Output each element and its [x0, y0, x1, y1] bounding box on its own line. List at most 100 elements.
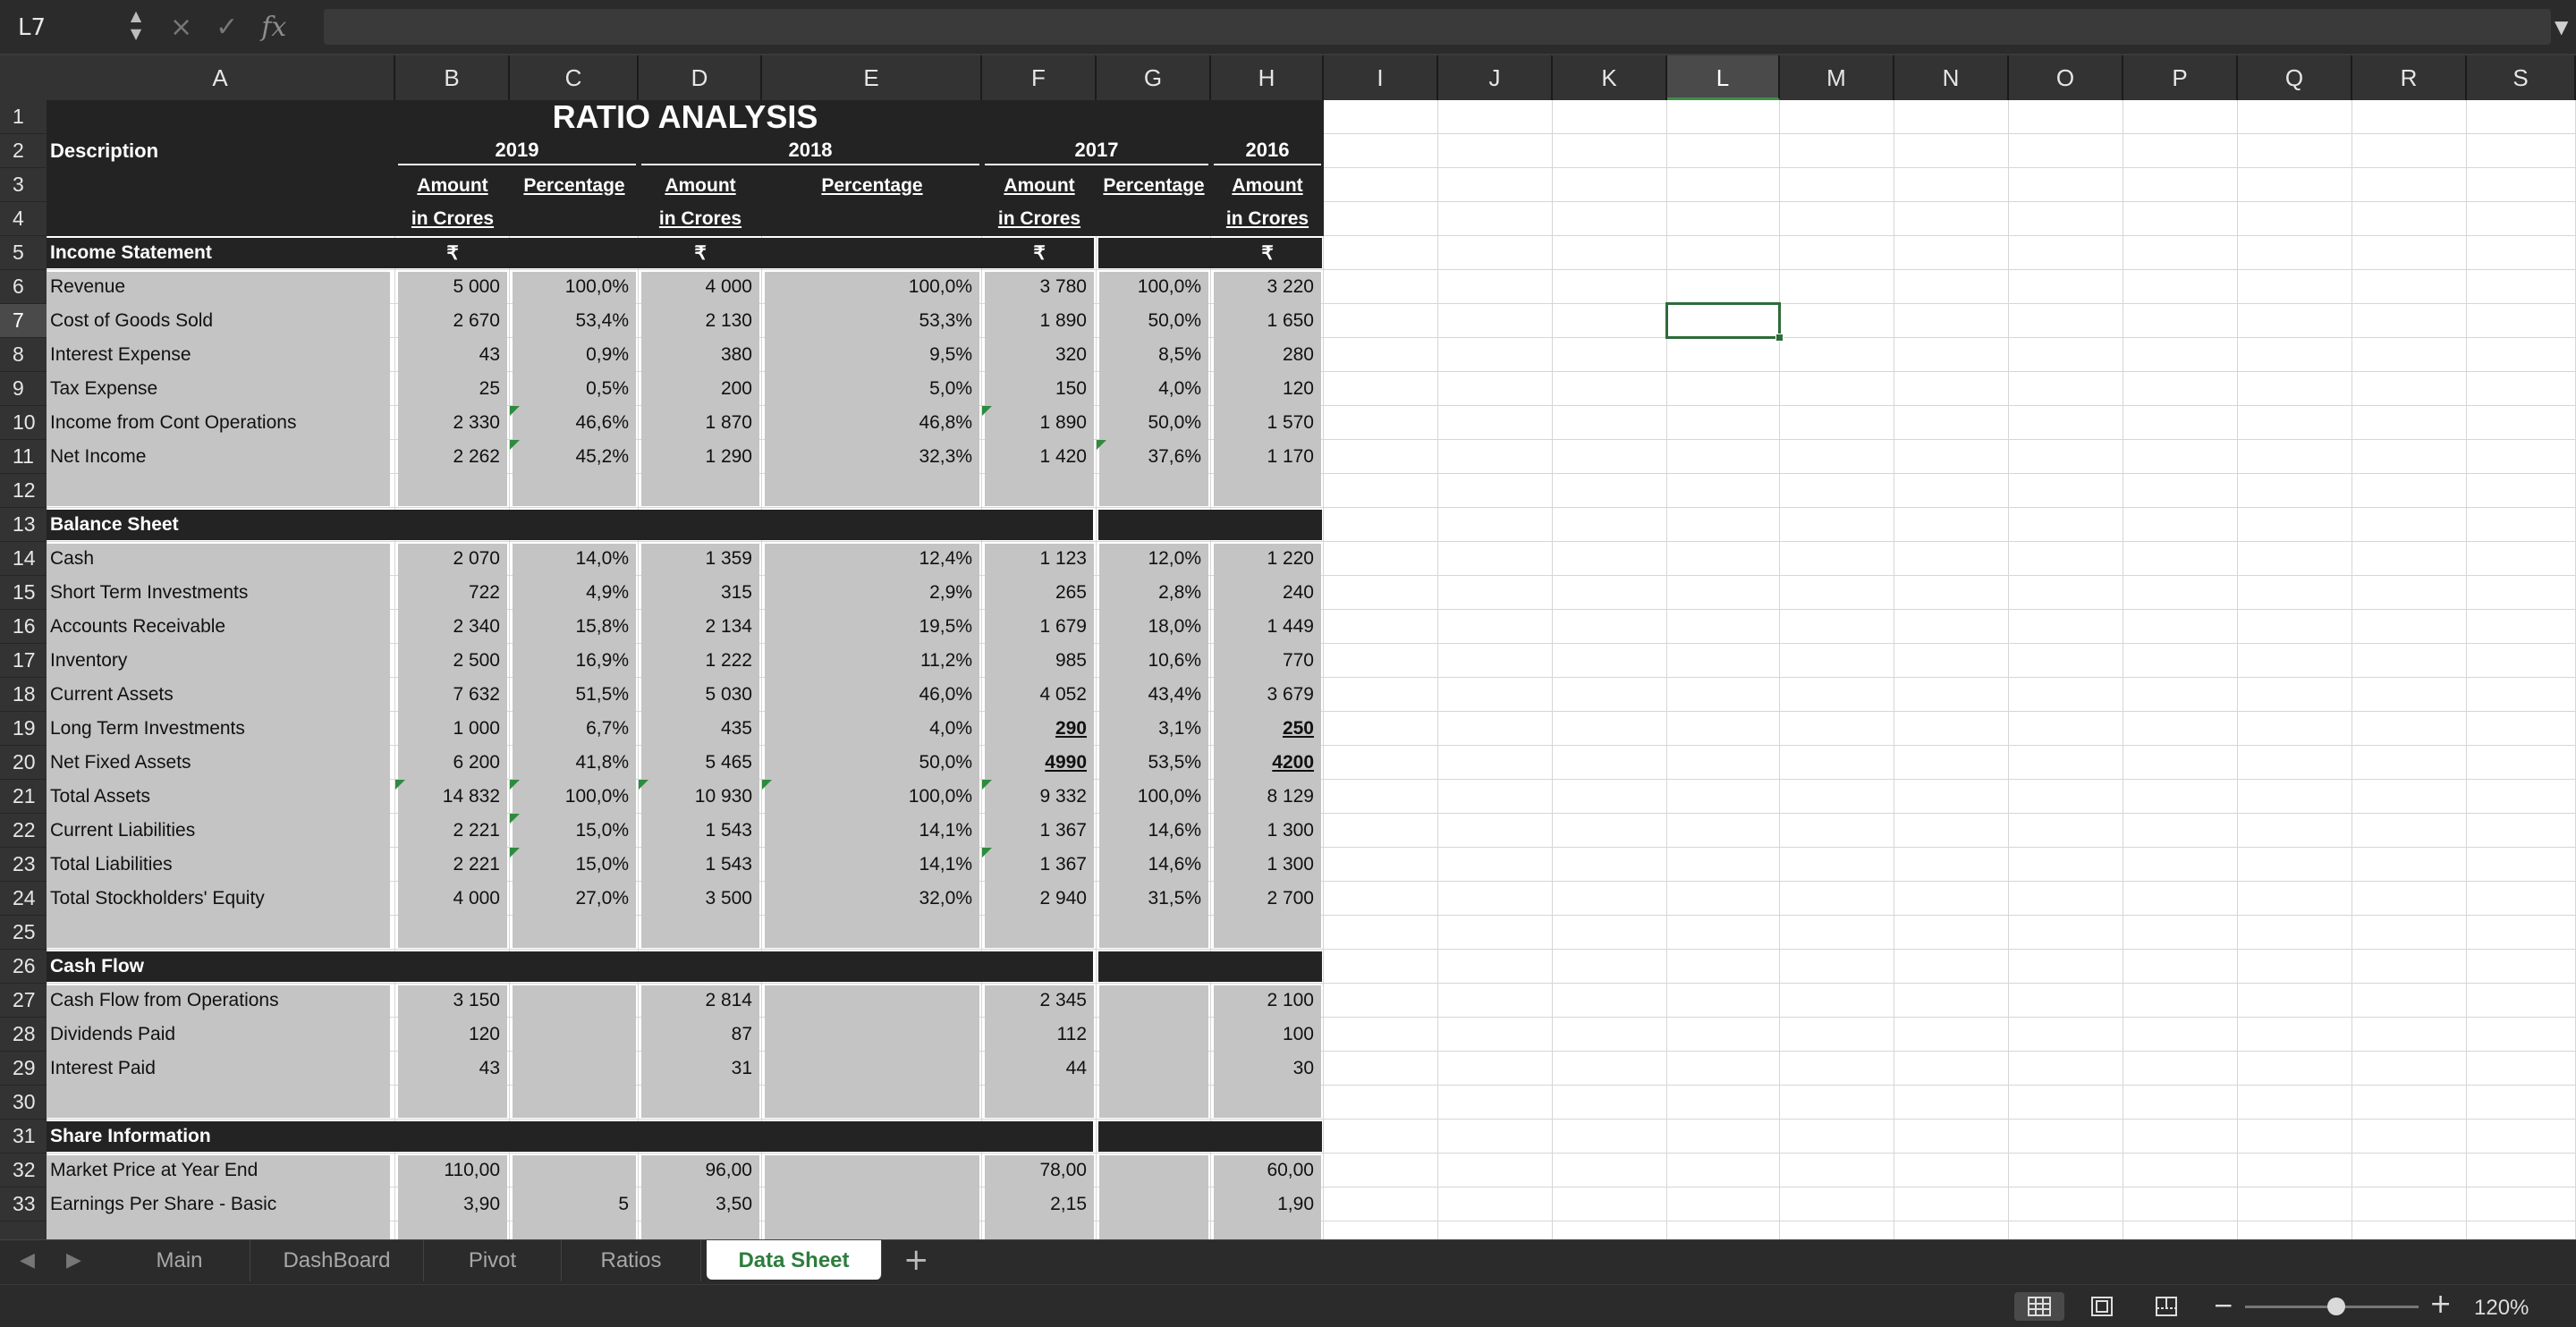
normal-view-icon[interactable]: [2014, 1292, 2064, 1321]
row-header-9[interactable]: 9: [0, 372, 47, 406]
value-cell[interactable]: [398, 1086, 507, 1120]
row-header-6[interactable]: 6: [0, 270, 47, 304]
value-cell[interactable]: [1099, 1052, 1208, 1086]
value-cell[interactable]: 50,0%: [1099, 304, 1208, 338]
value-cell[interactable]: 290: [985, 712, 1094, 746]
value-cell[interactable]: 43: [398, 1052, 507, 1086]
value-cell[interactable]: [1099, 1018, 1208, 1052]
value-cell[interactable]: 985: [985, 644, 1094, 678]
column-header-l[interactable]: L: [1667, 55, 1780, 100]
row-header-23[interactable]: 23: [0, 848, 47, 882]
value-cell[interactable]: [1214, 1086, 1321, 1120]
value-cell[interactable]: 4990: [985, 746, 1094, 780]
value-cell[interactable]: 87: [641, 1018, 759, 1052]
value-cell[interactable]: 53,5%: [1099, 746, 1208, 780]
value-cell[interactable]: 1 543: [641, 848, 759, 882]
row-header-28[interactable]: 28: [0, 1018, 47, 1052]
page-layout-icon[interactable]: [2077, 1292, 2127, 1321]
value-cell[interactable]: [985, 474, 1094, 508]
value-cell[interactable]: [1099, 984, 1208, 1018]
error-indicator-icon[interactable]: [639, 780, 648, 790]
value-cell[interactable]: 7 632: [398, 678, 507, 712]
value-cell[interactable]: 1 170: [1214, 440, 1321, 474]
value-cell[interactable]: [765, 1086, 979, 1120]
value-cell[interactable]: 2 221: [398, 848, 507, 882]
value-cell[interactable]: 2 100: [1214, 984, 1321, 1018]
name-box-stepper-icon[interactable]: ▲ ▼: [125, 7, 147, 43]
error-indicator-icon[interactable]: [510, 780, 520, 790]
zoom-slider-thumb[interactable]: [2327, 1297, 2345, 1315]
selected-cell[interactable]: [1665, 302, 1781, 339]
value-cell[interactable]: [1099, 1086, 1208, 1120]
value-cell[interactable]: 27,0%: [513, 882, 636, 916]
sheet-tab-data-sheet[interactable]: Data Sheet: [707, 1240, 882, 1280]
value-cell[interactable]: 1 123: [985, 542, 1094, 576]
value-cell[interactable]: 2 940: [985, 882, 1094, 916]
value-cell[interactable]: 435: [641, 712, 759, 746]
column-header-b[interactable]: B: [395, 55, 510, 100]
value-cell[interactable]: 31,5%: [1099, 882, 1208, 916]
value-cell[interactable]: 3 780: [985, 270, 1094, 304]
value-cell[interactable]: [765, 1018, 979, 1052]
value-cell[interactable]: 15,0%: [513, 848, 636, 882]
column-header-k[interactable]: K: [1553, 55, 1667, 100]
value-cell[interactable]: 2 700: [1214, 882, 1321, 916]
value-cell[interactable]: [641, 916, 759, 950]
value-cell[interactable]: 0,5%: [513, 372, 636, 406]
value-cell[interactable]: 1 890: [985, 304, 1094, 338]
column-header-d[interactable]: D: [639, 55, 762, 100]
value-cell[interactable]: [398, 916, 507, 950]
row-header-4[interactable]: 4: [0, 202, 47, 236]
value-cell[interactable]: 4,0%: [765, 712, 979, 746]
error-indicator-icon[interactable]: [510, 440, 520, 450]
sheet-tab-main[interactable]: Main: [109, 1240, 250, 1281]
row-header-21[interactable]: 21: [0, 780, 47, 814]
chevron-down-icon[interactable]: ▼: [2555, 16, 2568, 38]
value-cell[interactable]: 120: [1214, 372, 1321, 406]
row-header-15[interactable]: 15: [0, 576, 47, 610]
row-header-25[interactable]: 25: [0, 916, 47, 950]
value-cell[interactable]: 0,9%: [513, 338, 636, 372]
value-cell[interactable]: 1 650: [1214, 304, 1321, 338]
value-cell[interactable]: [641, 1086, 759, 1120]
value-cell[interactable]: 14,6%: [1099, 814, 1208, 848]
row-header-33[interactable]: 33: [0, 1188, 47, 1221]
value-cell[interactable]: 46,0%: [765, 678, 979, 712]
value-cell[interactable]: 315: [641, 576, 759, 610]
fill-handle[interactable]: [1775, 334, 1784, 342]
value-cell[interactable]: 4 000: [398, 882, 507, 916]
row-header-18[interactable]: 18: [0, 678, 47, 712]
row-header-13[interactable]: 13: [0, 508, 47, 542]
value-cell[interactable]: 1 000: [398, 712, 507, 746]
value-cell[interactable]: 100,0%: [1099, 270, 1208, 304]
value-cell[interactable]: 240: [1214, 576, 1321, 610]
value-cell[interactable]: [985, 916, 1094, 950]
value-cell[interactable]: 32,3%: [765, 440, 979, 474]
cancel-icon[interactable]: ×: [170, 5, 192, 50]
column-header-i[interactable]: I: [1324, 55, 1438, 100]
value-cell[interactable]: 110,00: [398, 1154, 507, 1188]
value-cell[interactable]: 1 359: [641, 542, 759, 576]
value-cell[interactable]: 100,0%: [765, 270, 979, 304]
value-cell[interactable]: 1 449: [1214, 610, 1321, 644]
value-cell[interactable]: 3 679: [1214, 678, 1321, 712]
value-cell[interactable]: 1 300: [1214, 848, 1321, 882]
value-cell[interactable]: 14,0%: [513, 542, 636, 576]
value-cell[interactable]: 19,5%: [765, 610, 979, 644]
sheet-tab-ratios[interactable]: Ratios: [562, 1240, 701, 1281]
value-cell[interactable]: 15,0%: [513, 814, 636, 848]
value-cell[interactable]: 30: [1214, 1052, 1321, 1086]
value-cell[interactable]: 4 000: [641, 270, 759, 304]
value-cell[interactable]: 2 262: [398, 440, 507, 474]
column-header-q[interactable]: Q: [2238, 55, 2352, 100]
sheet-tab-pivot[interactable]: Pivot: [424, 1240, 562, 1281]
value-cell[interactable]: [765, 984, 979, 1018]
value-cell[interactable]: 250: [1214, 712, 1321, 746]
value-cell[interactable]: 78,00: [985, 1154, 1094, 1188]
row-header-31[interactable]: 31: [0, 1120, 47, 1154]
value-cell[interactable]: 53,4%: [513, 304, 636, 338]
value-cell[interactable]: 1 222: [641, 644, 759, 678]
value-cell[interactable]: 1 679: [985, 610, 1094, 644]
value-cell[interactable]: [513, 916, 636, 950]
row-header-32[interactable]: 32: [0, 1154, 47, 1188]
